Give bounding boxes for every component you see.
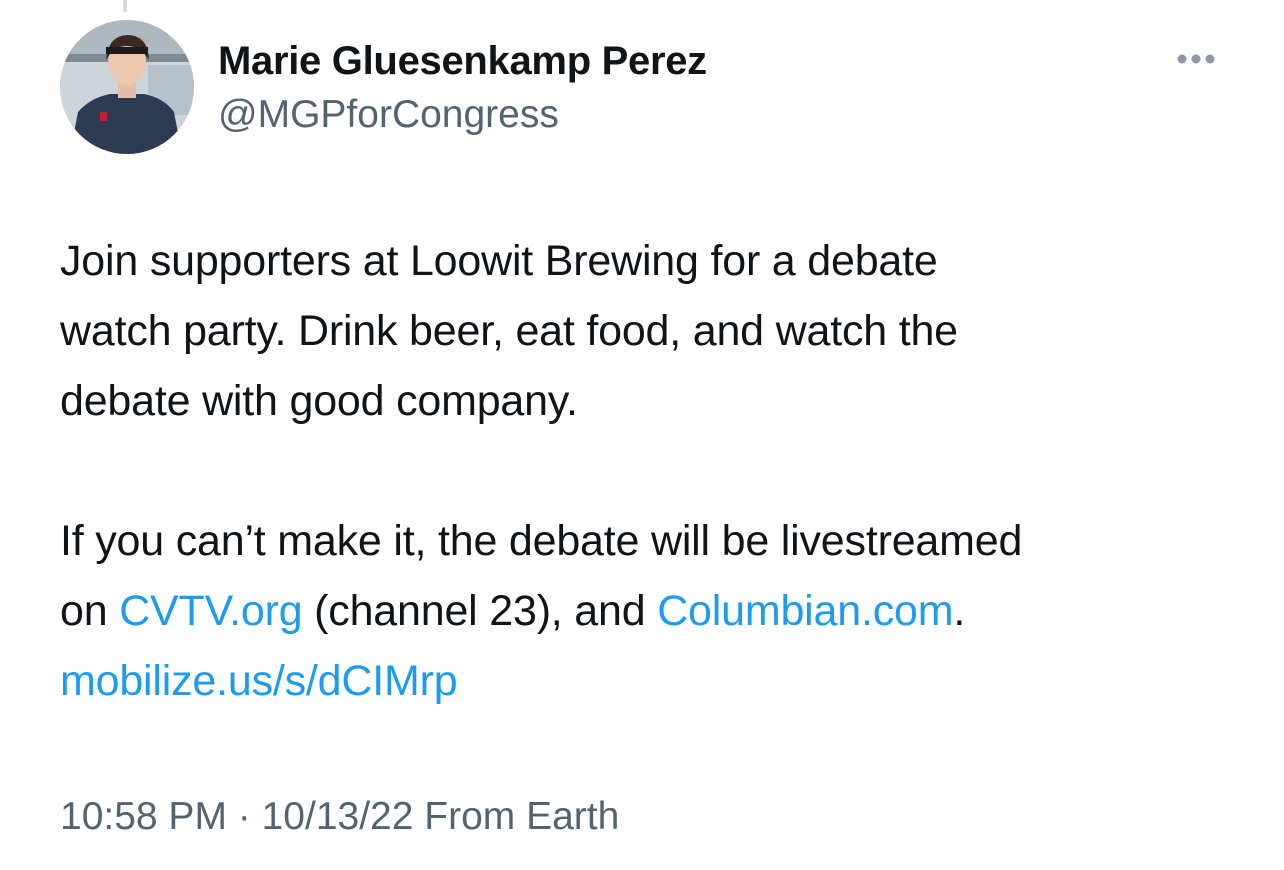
tweet-time[interactable]: 10:58 PM — [60, 795, 227, 838]
cvtv-link[interactable]: CVTV.org — [119, 587, 302, 635]
meta-separator: · — [226, 795, 262, 838]
mobilize-link[interactable]: mobilize.us/s/dCIMrp — [60, 657, 458, 705]
columbian-link[interactable]: Columbian.com — [657, 587, 953, 635]
tweet-line: watch party. Drink beer, eat food, and w… — [60, 307, 958, 355]
tweet-line: Join supporters at Loowit Brewing for a … — [60, 237, 938, 285]
more-horizontal-icon[interactable] — [1170, 44, 1222, 74]
tweet-text: Join supporters at Loowit Brewing for a … — [60, 226, 1260, 716]
author-handle[interactable]: @MGPforCongress — [218, 92, 559, 138]
tweet-metadata: 10:58 PM · 10/13/22 From Earth — [60, 793, 619, 841]
tweet-paragraph-1: Join supporters at Loowit Brewing for a … — [60, 226, 1260, 436]
author-name[interactable]: Marie Gluesenkamp Perez — [218, 38, 707, 84]
tweet-text-period: . — [953, 587, 966, 635]
tweet-date[interactable]: 10/13/22 — [262, 795, 414, 838]
profile-photo — [60, 20, 194, 154]
tweet-paragraph-2: If you can’t make it, the debate will be… — [60, 506, 1260, 716]
avatar[interactable] — [60, 20, 194, 154]
tweet-source: From Earth — [413, 795, 620, 838]
tweet-text-channel: (channel 23), and — [302, 587, 658, 635]
tweet-line: debate with good company. — [60, 377, 578, 425]
thread-connector-line — [123, 0, 127, 12]
tweet-line: If you can’t make it, the debate will be… — [60, 517, 1023, 565]
tweet-text-on: on — [60, 587, 120, 635]
